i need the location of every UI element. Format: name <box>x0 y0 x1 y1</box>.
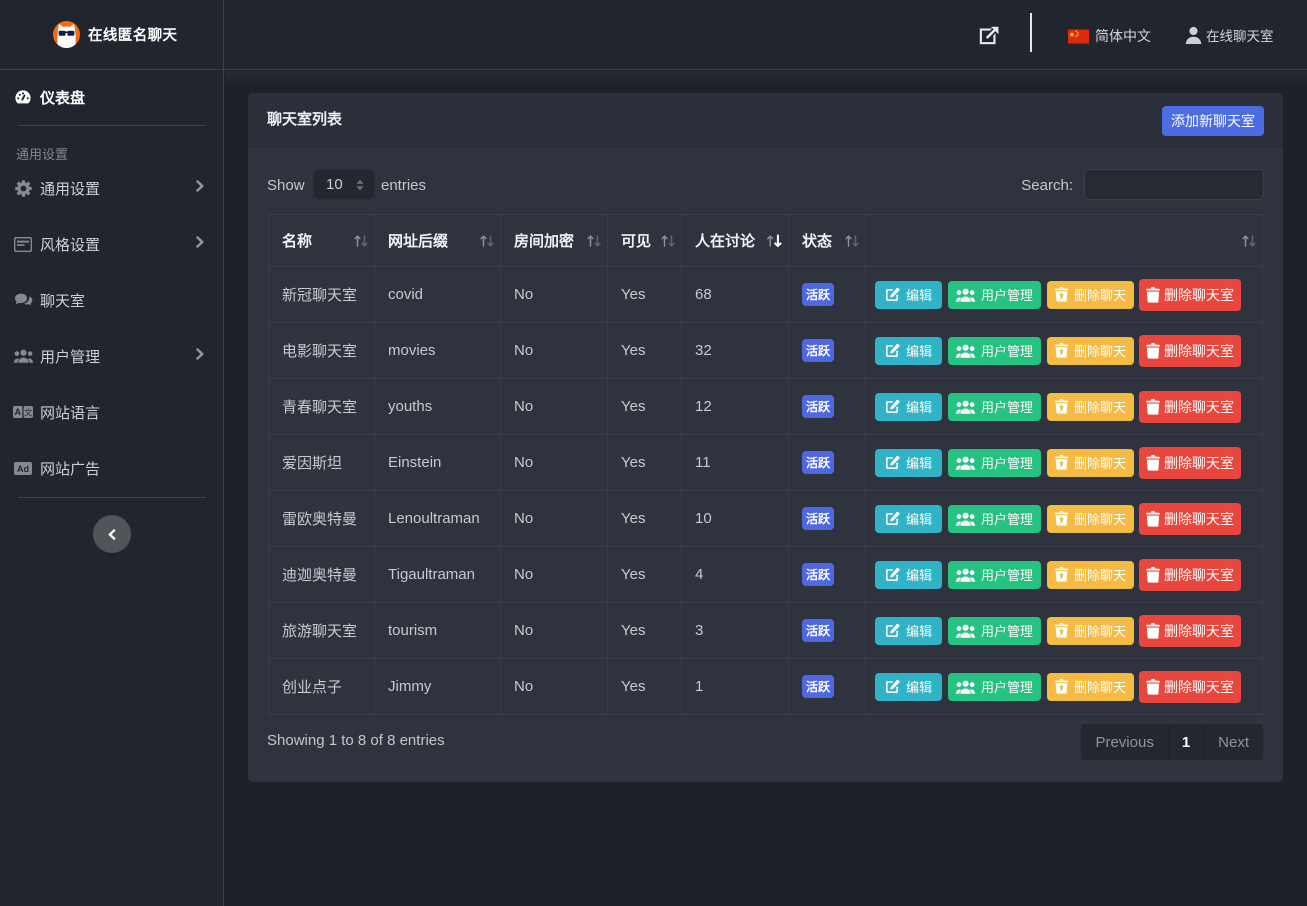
svg-text:A: A <box>14 407 21 417</box>
svg-text:文: 文 <box>24 407 33 417</box>
svg-text:Ad: Ad <box>17 463 29 473</box>
